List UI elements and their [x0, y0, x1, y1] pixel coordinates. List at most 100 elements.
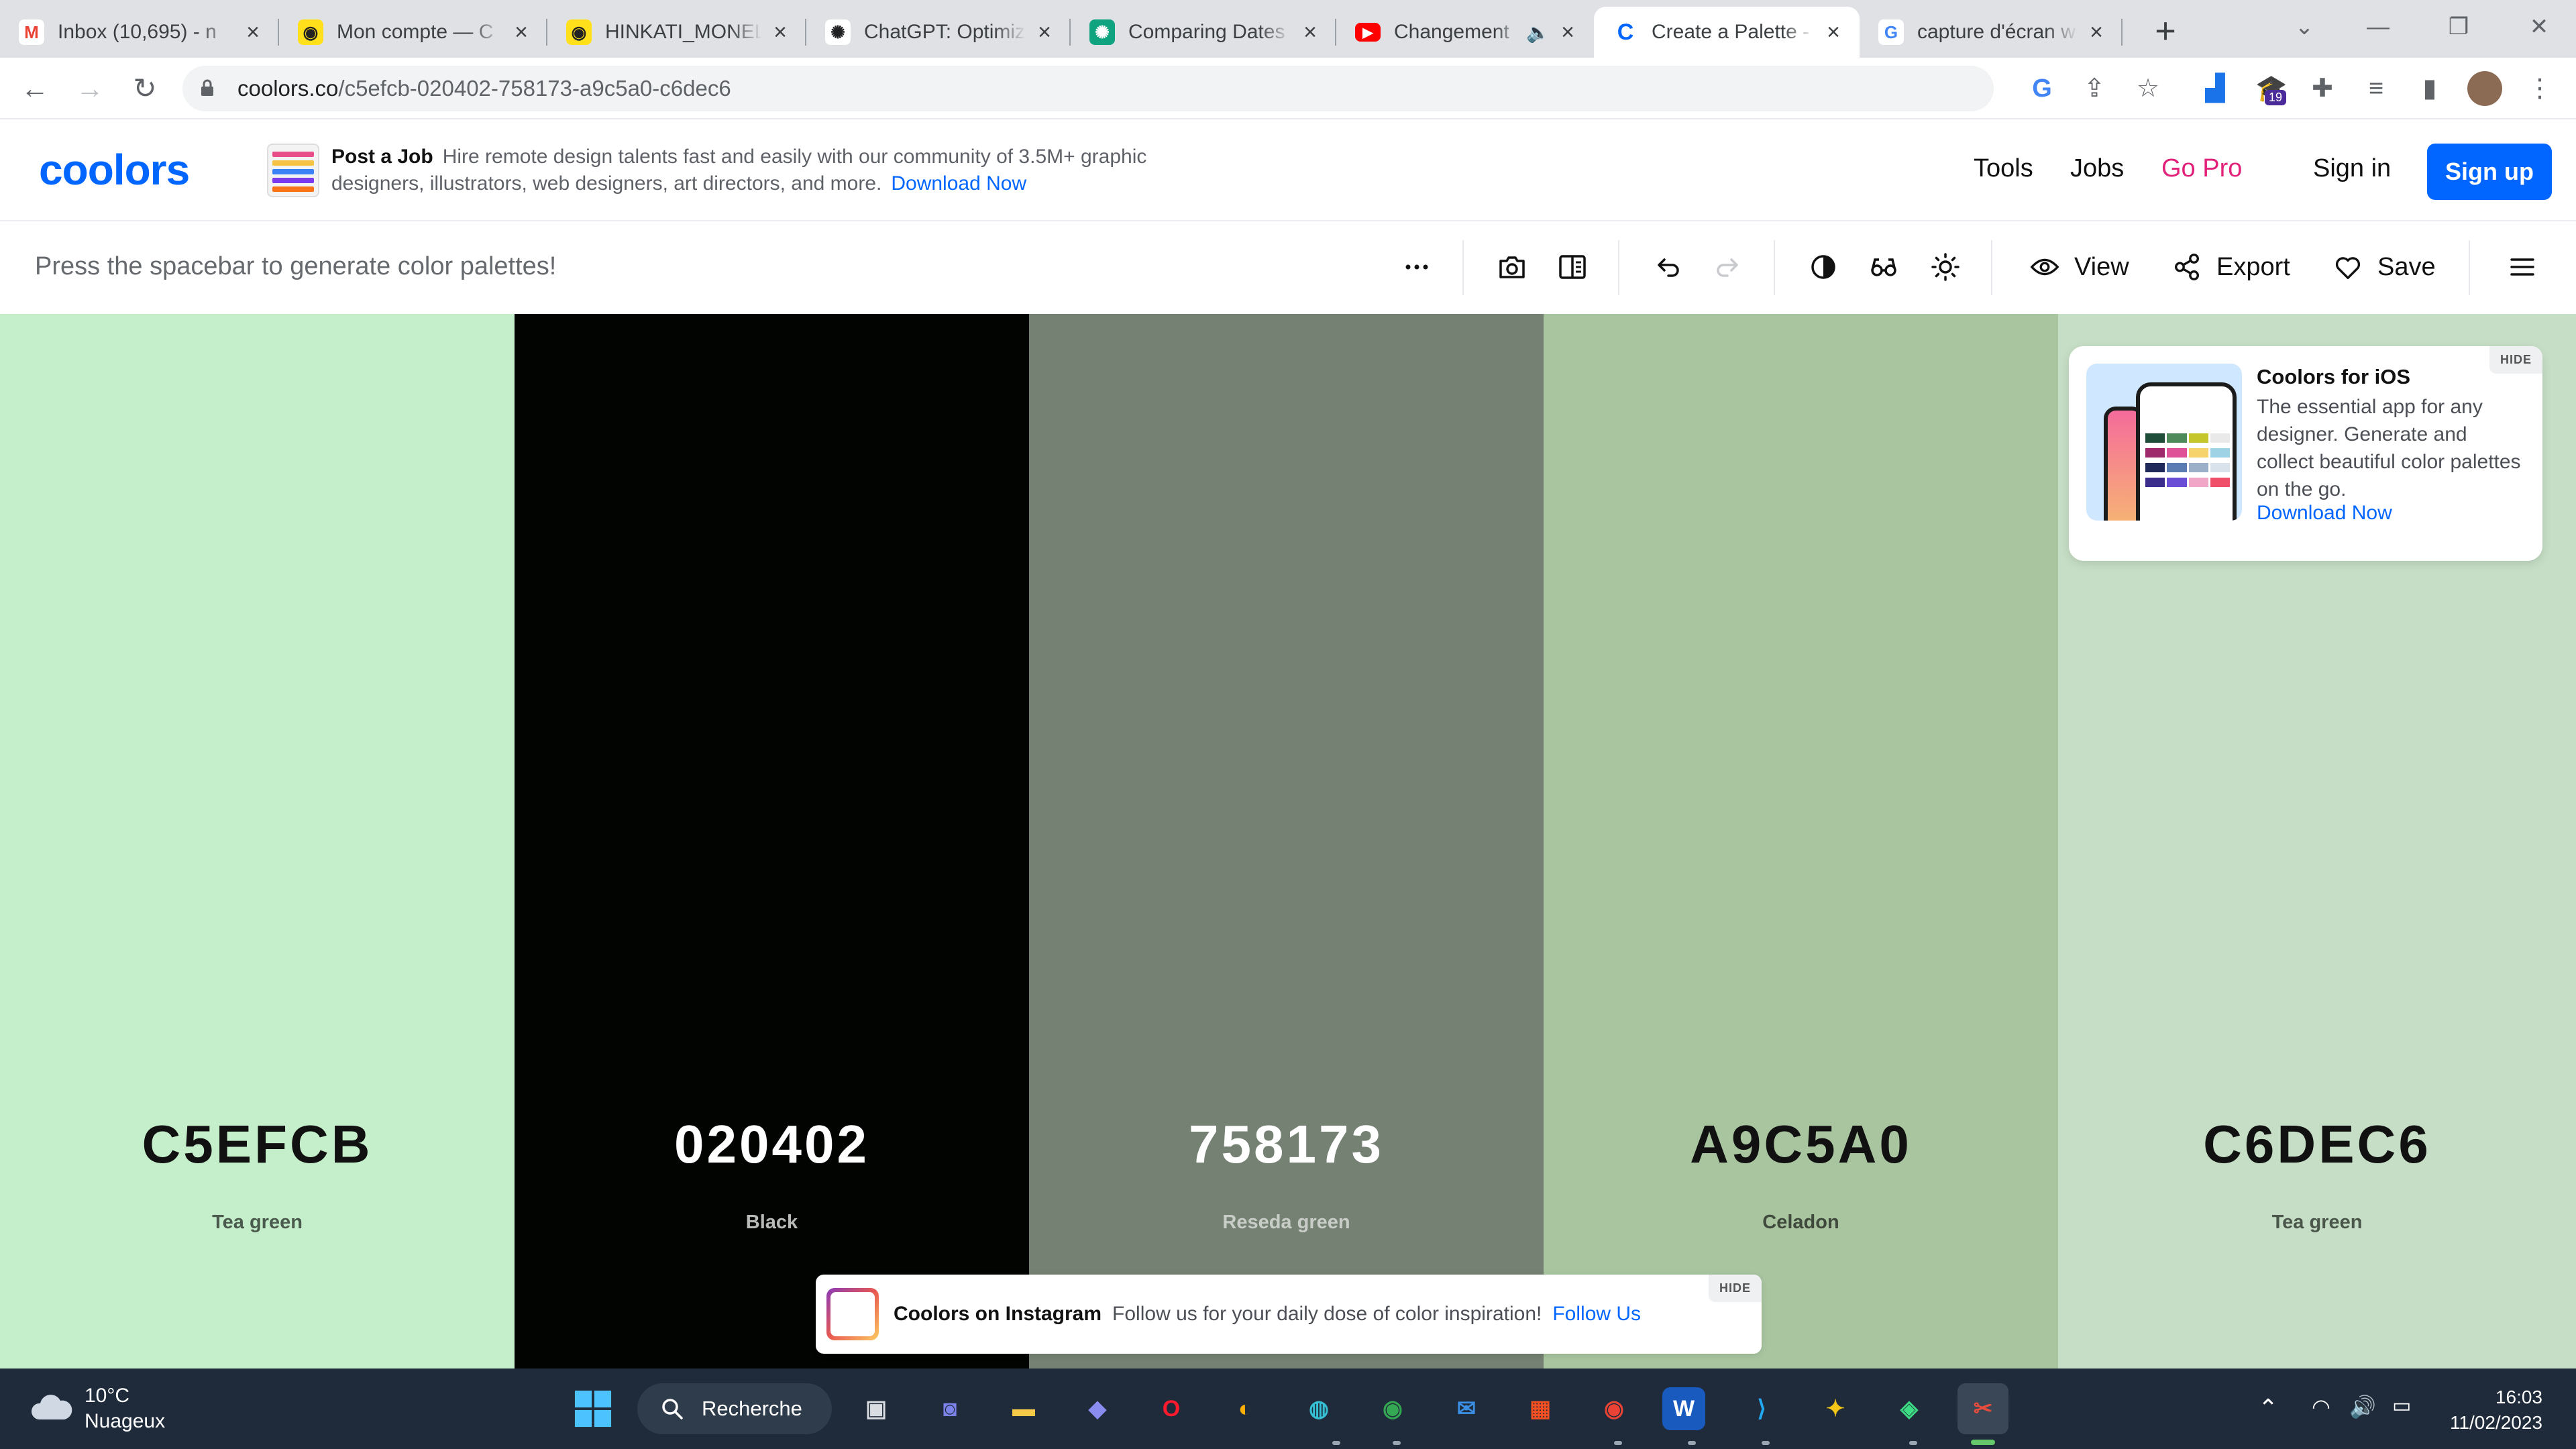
close-tab-icon[interactable]: ×: [1556, 21, 1579, 44]
browser-tab-mon-compte[interactable]: ◉ Mon compte — C ×: [279, 7, 547, 58]
color-hex[interactable]: 020402: [515, 1114, 1029, 1175]
teams-chat-icon[interactable]: ◙: [924, 1383, 975, 1434]
browser-tab-coolors[interactable]: C Create a Palette - ×: [1594, 7, 1860, 58]
color-swatch-2[interactable]: 020402 Black: [515, 314, 1029, 1368]
windows-start-icon[interactable]: [568, 1383, 619, 1434]
browser-tab-hinkati[interactable]: ◉ HINKATI_MONEL ×: [547, 7, 806, 58]
glasses-icon[interactable]: [1865, 248, 1902, 286]
browser-tab-youtube[interactable]: ▶ Changement 🔈 ×: [1336, 7, 1594, 58]
new-tab-button[interactable]: +: [2147, 12, 2184, 50]
vscode-icon[interactable]: ⟩: [1736, 1383, 1787, 1434]
mail-icon[interactable]: ✉: [1441, 1383, 1492, 1434]
close-tab-icon[interactable]: ×: [1822, 21, 1845, 44]
view-button[interactable]: View: [2029, 248, 2129, 286]
share-icon[interactable]: ⇪: [2077, 71, 2112, 106]
close-tab-icon[interactable]: ×: [241, 21, 264, 44]
hide-ios-promo-button[interactable]: HIDE: [2489, 346, 2542, 374]
reading-list-icon[interactable]: ≡: [2359, 71, 2394, 106]
color-name[interactable]: Tea green: [0, 1212, 515, 1234]
profile-avatar[interactable]: [2467, 71, 2502, 106]
google-lens-icon[interactable]: G: [2025, 71, 2059, 106]
more-options-icon[interactable]: [1398, 248, 1436, 286]
restore-icon[interactable]: ❐: [2428, 7, 2489, 47]
microsoft-store-icon[interactable]: ▦: [1515, 1383, 1566, 1434]
contrast-icon[interactable]: [1805, 248, 1842, 286]
minimize-icon[interactable]: —: [2348, 7, 2408, 47]
color-name[interactable]: Reseda green: [1029, 1212, 1544, 1234]
taskbar-search[interactable]: Recherche: [637, 1383, 832, 1434]
color-hex[interactable]: 758173: [1029, 1114, 1544, 1175]
ad-download-link[interactable]: Download Now: [891, 172, 1026, 195]
color-name[interactable]: Tea green: [2058, 1212, 2576, 1234]
volume-icon[interactable]: 🔊: [2349, 1394, 2376, 1419]
chrome-icon[interactable]: ◉: [1367, 1383, 1418, 1434]
generator-toolbar: Press the spacebar to generate color pal…: [0, 221, 2576, 314]
wifi-icon[interactable]: ◠: [2312, 1394, 2330, 1419]
browser-tab-google[interactable]: G capture d'écran w ×: [1860, 7, 2123, 58]
color-hex[interactable]: C6DEC6: [2058, 1114, 2576, 1175]
file-explorer-icon[interactable]: ▬: [998, 1383, 1049, 1434]
close-tab-icon[interactable]: ×: [510, 21, 533, 44]
bookmark-star-icon[interactable]: ☆: [2131, 71, 2165, 106]
hide-instagram-promo-button[interactable]: HIDE: [1708, 1275, 1762, 1302]
coolors-logo[interactable]: coolors: [39, 145, 190, 195]
color-name[interactable]: Celadon: [1544, 1212, 2058, 1234]
color-hex[interactable]: A9C5A0: [1544, 1114, 2058, 1175]
close-tab-icon[interactable]: ×: [1299, 21, 1322, 44]
reload-icon[interactable]: ↻: [125, 68, 165, 109]
color-name[interactable]: Black: [515, 1212, 1029, 1234]
ad-title: Post a Job: [331, 146, 433, 168]
export-button[interactable]: Export: [2171, 248, 2290, 286]
nav-tools[interactable]: Tools: [1974, 154, 2033, 183]
nav-go-pro[interactable]: Go Pro: [2161, 154, 2242, 183]
color-hex[interactable]: C5EFCB: [0, 1114, 515, 1175]
ios-download-link[interactable]: Download Now: [2257, 502, 2392, 525]
brightness-icon[interactable]: [1927, 248, 1964, 286]
save-button[interactable]: Save: [2332, 248, 2436, 286]
weather-widget[interactable]: 10°C Nuageux: [85, 1383, 165, 1434]
follow-us-link[interactable]: Follow Us: [1552, 1303, 1641, 1325]
battery-icon[interactable]: ▭: [2392, 1394, 2411, 1417]
chevron-up-icon[interactable]: ⌃: [2258, 1394, 2278, 1422]
color-swatch-3[interactable]: 758173 Reseda green: [1029, 314, 1544, 1368]
browser-tab-comparing-dates[interactable]: ✺ Comparing Dates ×: [1071, 7, 1336, 58]
tab-title: ChatGPT: Optimiz: [864, 21, 1026, 43]
close-tab-icon[interactable]: ×: [769, 21, 792, 44]
address-bar[interactable]: coolors.co/c5efcb-020402-758173-a9c5a0-c…: [182, 66, 1994, 111]
bar-chart-extension-icon[interactable]: ▟: [2198, 71, 2233, 106]
split-view-icon[interactable]: [1554, 248, 1591, 286]
redo-icon[interactable]: [1709, 248, 1747, 286]
browser-tab-chatgpt[interactable]: ✺ ChatGPT: Optimiz ×: [806, 7, 1071, 58]
kebab-menu-icon[interactable]: ⋮: [2522, 71, 2557, 106]
opera-icon[interactable]: O: [1146, 1383, 1197, 1434]
speaker-muted-icon[interactable]: 🔈: [1526, 21, 1550, 44]
clipchamp-icon[interactable]: ◆: [1072, 1383, 1123, 1434]
avast-browser-icon[interactable]: ◐: [1220, 1383, 1271, 1434]
undo-icon[interactable]: [1649, 248, 1686, 286]
system-clock[interactable]: 16:03 11/02/2023: [2442, 1385, 2542, 1436]
task-view-icon[interactable]: ▣: [851, 1383, 902, 1434]
close-tab-icon[interactable]: ×: [2085, 21, 2108, 44]
side-panel-icon[interactable]: ▮: [2412, 71, 2447, 106]
sign-up-button[interactable]: Sign up: [2427, 144, 2552, 200]
browser-tab-gmail[interactable]: M Inbox (10,695) - n ×: [0, 7, 279, 58]
edge-icon[interactable]: ◍: [1293, 1383, 1344, 1434]
color-swatch-4[interactable]: A9C5A0 Celadon: [1544, 314, 2058, 1368]
close-tab-icon[interactable]: ×: [1033, 21, 1056, 44]
cloud-weather-icon[interactable]: [28, 1389, 75, 1425]
game-icon[interactable]: ✦: [1810, 1383, 1861, 1434]
camera-icon[interactable]: [1493, 248, 1531, 286]
hamburger-menu-icon[interactable]: [2504, 248, 2541, 286]
back-arrow-icon[interactable]: ←: [15, 68, 55, 109]
color-swatch-1[interactable]: C5EFCB Tea green: [0, 314, 515, 1368]
nav-jobs[interactable]: Jobs: [2070, 154, 2124, 183]
puzzle-extensions-icon[interactable]: ✚: [2305, 71, 2340, 106]
chrome-profile-icon[interactable]: ◉: [1589, 1383, 1640, 1434]
snipping-tool-icon[interactable]: ✂: [1957, 1383, 2008, 1434]
sign-in-link[interactable]: Sign in: [2313, 154, 2391, 183]
snip-icon[interactable]: ◈: [1884, 1383, 1935, 1434]
tab-search-chevron-icon[interactable]: ⌄: [2274, 7, 2334, 47]
forward-arrow-icon[interactable]: →: [70, 68, 110, 109]
close-window-icon[interactable]: ✕: [2509, 7, 2569, 47]
word-icon[interactable]: W: [1662, 1387, 1705, 1430]
